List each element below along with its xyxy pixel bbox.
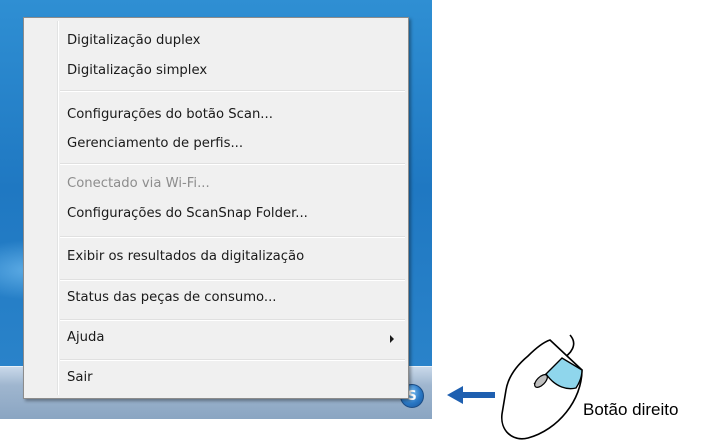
menu-item-wifi-connected: Conectado via Wi-Fi... — [67, 176, 210, 191]
mouse-right-click-icon — [501, 334, 583, 440]
right-button-caption: Botão direito — [583, 400, 679, 419]
menu-item-simplex-scan[interactable]: Digitalização simplex — [67, 60, 398, 82]
submenu-arrow-icon — [390, 335, 394, 343]
menu-item-scansnap-folder-settings[interactable]: Configurações do ScanSnap Folder... — [67, 203, 398, 225]
menu-separator — [60, 236, 405, 238]
menu-item-duplex-scan[interactable]: Digitalização duplex — [67, 30, 398, 52]
menu-item-profile-management[interactable]: Gerenciamento de perfis... — [67, 133, 398, 155]
menu-separator — [60, 163, 405, 165]
menu-separator — [60, 319, 405, 321]
menu-separator — [60, 359, 405, 361]
menu-separator — [60, 90, 405, 92]
menu-item-show-scan-results[interactable]: Exibir os resultados da digitalização — [67, 246, 398, 268]
menu-separator — [60, 279, 405, 281]
menu-item-help[interactable]: Ajuda — [67, 327, 398, 349]
arrow-left-icon — [447, 386, 495, 404]
menu-item-scan-button-settings[interactable]: Configurações do botão Scan... — [67, 104, 398, 126]
menu-item-exit[interactable]: Sair — [67, 367, 398, 389]
menu-item-help-label: Ajuda — [67, 330, 105, 345]
context-menu: Digitalização duplex Digitalização simpl… — [23, 17, 409, 399]
menu-item-consumable-status[interactable]: Status das peças de consumo... — [67, 287, 398, 309]
